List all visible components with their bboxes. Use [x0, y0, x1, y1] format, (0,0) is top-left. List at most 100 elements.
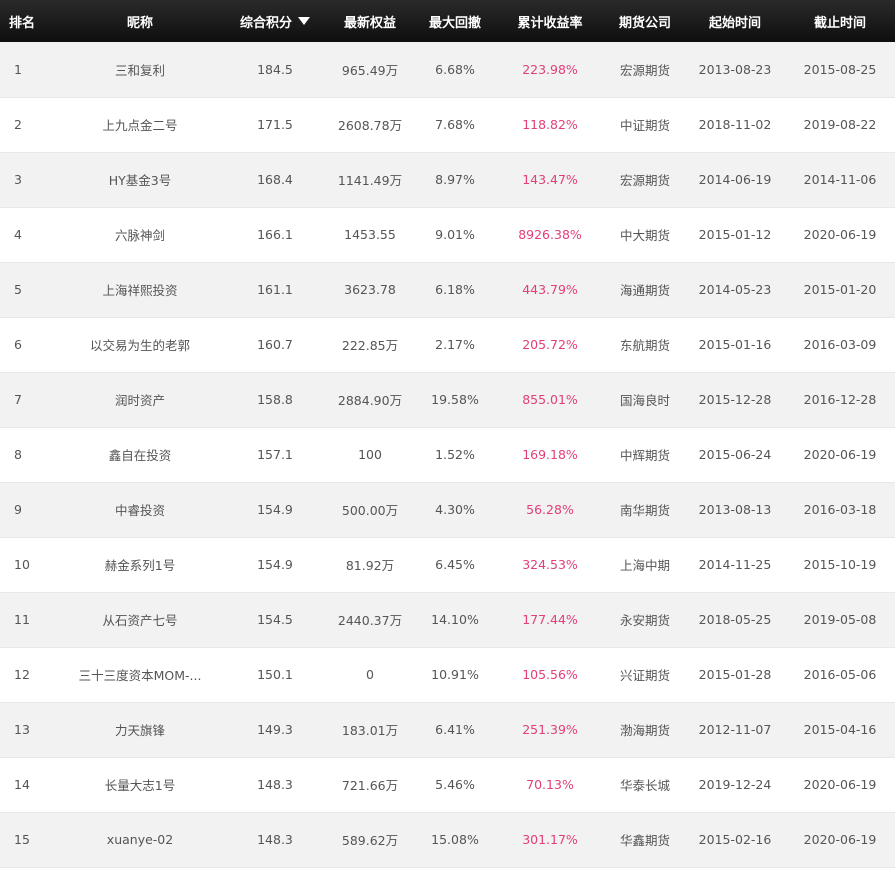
cell-equity: 222.85万: [341, 338, 399, 353]
cell-rank: 7: [14, 392, 22, 407]
cell-name-link[interactable]: 上海祥熙投资: [55, 262, 225, 317]
cell-drawdown: 6.68%: [435, 61, 475, 77]
table-row: 13 力天旗锋 149.3 183.01万 6.41% 251.39% 渤海期货 2012-1…: [0, 702, 895, 757]
header-start: 起始时间: [708, 15, 761, 31]
cell-score: 157.1: [257, 447, 293, 462]
cell-return: 324.53%: [522, 557, 578, 572]
cell-equity: 1453.55: [344, 227, 396, 242]
table-body: 1 三和复利 184.5 965.49万 6.68% 223.98% 宏源期货 2013-08…: [0, 42, 895, 867]
header-score[interactable]: 综合积分: [225, 0, 325, 42]
cell-drawdown: 14.10%: [431, 612, 479, 627]
cell-end-date: 2015-04-16: [803, 722, 877, 737]
sort-score-control[interactable]: 综合积分: [240, 12, 310, 31]
header-return: 累计收益率: [517, 15, 583, 31]
table-row: 14 长量大志1号 148.3 721.66万 5.46% 70.13% 华泰长城 2019-…: [0, 757, 895, 812]
cell-name-link[interactable]: 赫金系列1号: [55, 537, 225, 592]
cell-start-date: 2013-08-13: [698, 502, 772, 517]
table-row: 2 上九点金二号 171.5 2608.78万 7.68% 118.82% 中证期货 2018…: [0, 97, 895, 152]
header-rank: 排名: [9, 15, 36, 31]
cell-end-date: 2019-05-08: [803, 612, 877, 627]
header-end: 截止时间: [813, 15, 866, 31]
header-drawdown: 最大回撤: [428, 15, 481, 31]
table-header-row: 排名 昵称 综合积分 最新权益 最大回撤 累计收益率 期货公司 起始时间 截止时…: [0, 0, 895, 42]
header-name: 昵称: [126, 15, 153, 31]
cell-return: 8926.38%: [518, 227, 582, 242]
cell-rank: 13: [14, 722, 30, 737]
cell-start-date: 2015-12-28: [698, 392, 772, 407]
table-row: 5 上海祥熙投资 161.1 3623.78 6.18% 443.79% 海通期货 2014-…: [0, 262, 895, 317]
cell-end-date: 2016-05-06: [803, 667, 877, 682]
cell-start-date: 2014-06-19: [698, 172, 772, 187]
cell-score: 184.5: [257, 61, 293, 77]
cell-score: 154.5: [257, 612, 293, 627]
cell-rank: 11: [14, 612, 30, 627]
cell-name-link[interactable]: 六脉神剑: [55, 207, 225, 262]
cell-end-date: 2015-08-25: [803, 61, 877, 77]
cell-company: 海通期货: [619, 283, 670, 298]
cell-score: 148.3: [257, 777, 293, 792]
cell-name-link[interactable]: HY基金3号: [55, 152, 225, 207]
cell-equity: 589.62万: [341, 833, 399, 848]
cell-return: 105.56%: [522, 667, 578, 682]
cell-company: 上海中期: [619, 558, 670, 573]
cell-return: 177.44%: [522, 612, 578, 627]
cell-name-link[interactable]: 长量大志1号: [55, 757, 225, 812]
cell-return: 251.39%: [522, 722, 578, 737]
cell-equity: 721.66万: [341, 778, 399, 793]
cell-end-date: 2016-12-28: [803, 392, 877, 407]
cell-equity: 2884.90万: [337, 393, 403, 408]
cell-name-link[interactable]: 力天旗锋: [55, 702, 225, 757]
cell-score: 166.1: [257, 227, 293, 242]
table-row: 12 三十三度资本MOM-... 150.1 0 10.91% 105.56% 兴证期货 20…: [0, 647, 895, 702]
cell-end-date: 2019-08-22: [803, 117, 877, 132]
cell-score: 160.7: [257, 337, 293, 352]
sort-desc-icon[interactable]: [298, 17, 310, 25]
cell-equity: 2608.78万: [337, 118, 403, 133]
cell-end-date: 2020-06-19: [803, 832, 877, 847]
cell-start-date: 2015-02-16: [698, 832, 772, 847]
cell-equity: 2440.37万: [337, 613, 403, 628]
cell-drawdown: 19.58%: [431, 392, 479, 407]
cell-company: 兴证期货: [619, 668, 670, 683]
cell-return: 118.82%: [522, 117, 578, 132]
cell-company: 南华期货: [619, 503, 670, 518]
cell-score: 154.9: [257, 502, 293, 517]
table-row: 3 HY基金3号 168.4 1141.49万 8.97% 143.47% 宏源期货 2014…: [0, 152, 895, 207]
cell-drawdown: 2.17%: [435, 337, 475, 352]
table-row: 4 六脉神剑 166.1 1453.55 9.01% 8926.38% 中大期货 2015-0…: [0, 207, 895, 262]
cell-name-link[interactable]: 中睿投资: [55, 482, 225, 537]
cell-name-link[interactable]: 三十三度资本MOM-...: [55, 647, 225, 702]
cell-company: 华鑫期货: [619, 833, 670, 848]
cell-company: 东航期货: [619, 338, 670, 353]
cell-drawdown: 6.45%: [435, 557, 475, 572]
cell-drawdown: 8.97%: [435, 172, 475, 187]
cell-drawdown: 5.46%: [435, 777, 475, 792]
table-row: 6 以交易为生的老郭 160.7 222.85万 2.17% 205.72% 东航期货 201…: [0, 317, 895, 372]
cell-name-link[interactable]: 润时资产: [55, 372, 225, 427]
cell-drawdown: 6.18%: [435, 282, 475, 297]
cell-name-link[interactable]: 以交易为生的老郭: [55, 317, 225, 372]
cell-name-link[interactable]: 三和复利: [55, 42, 225, 97]
table-row: 15 xuanye-02 148.3 589.62万 15.08% 301.17% 华鑫期货…: [0, 812, 895, 867]
cell-name-link[interactable]: 从石资产七号: [55, 592, 225, 647]
cell-drawdown: 10.91%: [431, 667, 479, 682]
cell-rank: 6: [14, 337, 22, 352]
table-row: 9 中睿投资 154.9 500.00万 4.30% 56.28% 南华期货 2013-08-…: [0, 482, 895, 537]
cell-rank: 1: [14, 61, 22, 77]
cell-name-link[interactable]: xuanye-02: [55, 812, 225, 867]
cell-rank: 14: [14, 777, 30, 792]
cell-rank: 15: [14, 832, 30, 847]
cell-score: 154.9: [257, 557, 293, 572]
cell-score: 148.3: [257, 832, 293, 847]
cell-rank: 9: [14, 502, 22, 517]
cell-equity: 183.01万: [341, 723, 399, 738]
cell-score: 150.1: [257, 667, 293, 682]
header-score-label: 综合积分: [239, 15, 292, 31]
cell-drawdown: 9.01%: [435, 227, 475, 242]
cell-start-date: 2019-12-24: [698, 777, 772, 792]
cell-rank: 10: [14, 557, 30, 572]
cell-drawdown: 6.41%: [435, 722, 475, 737]
cell-name-link[interactable]: 上九点金二号: [55, 97, 225, 152]
cell-drawdown: 1.52%: [435, 447, 475, 462]
cell-name-link[interactable]: 鑫自在投资: [55, 427, 225, 482]
